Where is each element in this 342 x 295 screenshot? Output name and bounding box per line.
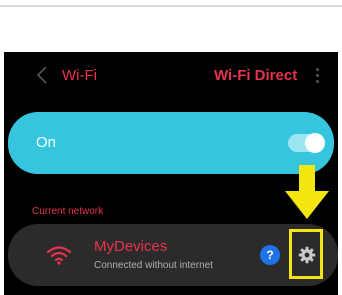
wifi-screen: Wi-Fi Wi-Fi Direct On Current network My… bbox=[4, 52, 338, 295]
wifi-signal-icon bbox=[46, 246, 72, 265]
wifi-toggle-switch[interactable] bbox=[288, 133, 325, 153]
network-name: MyDevices bbox=[94, 238, 168, 255]
toggle-knob bbox=[305, 133, 325, 153]
top-white-band bbox=[0, 0, 342, 52]
more-vertical-icon[interactable] bbox=[314, 68, 320, 84]
wifi-direct-button[interactable]: Wi-Fi Direct bbox=[214, 67, 297, 84]
top-divider bbox=[0, 5, 342, 7]
header-bar: Wi-Fi Wi-Fi Direct bbox=[4, 52, 338, 100]
page-title: Wi-Fi bbox=[62, 67, 97, 84]
help-icon[interactable]: ? bbox=[260, 245, 280, 265]
back-arrow-icon[interactable] bbox=[34, 64, 50, 86]
network-status: Connected without internet bbox=[94, 260, 213, 271]
current-network-label: Current network bbox=[32, 206, 104, 217]
toggle-label: On bbox=[36, 134, 57, 151]
settings-highlight-box bbox=[289, 229, 323, 279]
gear-icon[interactable] bbox=[298, 246, 316, 264]
down-arrow-icon bbox=[285, 165, 329, 219]
